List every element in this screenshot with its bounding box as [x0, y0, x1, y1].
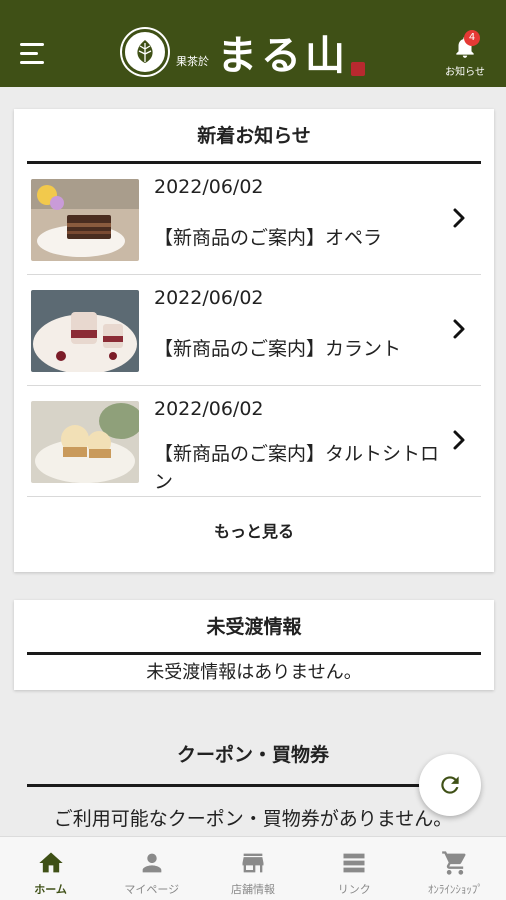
- logo-subtitle: 果茶於: [176, 55, 209, 68]
- tab-label: ｵﾝﾗｲﾝｼｮｯﾌﾟ: [427, 883, 483, 896]
- tab-label: 店舗情報: [231, 883, 275, 896]
- hamburger-menu-icon[interactable]: [20, 43, 46, 65]
- tab-online-shop[interactable]: ｵﾝﾗｲﾝｼｮｯﾌﾟ: [405, 837, 506, 900]
- unreceived-title: 未受渡情報: [206, 616, 302, 638]
- opera-cake-thumbnail: [31, 179, 139, 261]
- logo-title: まる山: [217, 32, 349, 79]
- news-list-item[interactable]: 2022/06/02 【新商品のご案内】オペラ: [27, 164, 481, 275]
- bell-icon: 4: [452, 30, 480, 60]
- news-headline: 【新商品のご案内】カラント: [154, 338, 402, 360]
- home-icon: [38, 852, 63, 873]
- notification-button[interactable]: 4 お知らせ: [438, 30, 492, 78]
- cart-icon: [442, 851, 466, 875]
- news-date: 2022/06/02: [154, 398, 264, 420]
- refresh-button[interactable]: [419, 754, 481, 816]
- unreceived-card: 未受渡情報 未受渡情報はありません。: [14, 600, 494, 690]
- chevron-right-icon: [453, 319, 465, 339]
- tab-links[interactable]: リンク: [304, 837, 405, 900]
- notification-label: お知らせ: [445, 67, 485, 78]
- news-list-item[interactable]: 2022/06/02 【新商品のご案内】カラント: [27, 275, 481, 386]
- news-date: 2022/06/02: [154, 176, 264, 198]
- news-title: 新着お知らせ: [197, 125, 311, 147]
- tab-home[interactable]: ホーム: [0, 837, 101, 900]
- leaf-emblem-icon: [122, 29, 168, 75]
- news-date: 2022/06/02: [154, 287, 264, 309]
- notification-count-badge: 4: [464, 30, 480, 46]
- tab-label: ホーム: [34, 883, 67, 896]
- refresh-icon: [441, 776, 459, 794]
- chevron-right-icon: [453, 430, 465, 450]
- list-icon: [343, 853, 365, 873]
- chevron-right-icon: [453, 208, 465, 228]
- see-more-link[interactable]: もっと見る: [14, 497, 494, 568]
- news-list-item[interactable]: 2022/06/02 【新商品のご案内】タルトシトロン: [27, 386, 481, 497]
- currant-cake-thumbnail: [31, 290, 139, 372]
- tab-label: リンク: [337, 883, 371, 896]
- store-icon: [242, 853, 264, 873]
- tab-mypage[interactable]: マイページ: [101, 837, 202, 900]
- tab-store-info[interactable]: 店舗情報: [202, 837, 303, 900]
- bottom-tab-bar: ホーム マイページ 店舗情報 リンク ｵﾝﾗｲﾝｼｮｯﾌﾟ: [0, 836, 506, 900]
- news-card: 新着お知らせ 2022/06/02 【新商品のご案内】オペラ 2022/06/0…: [14, 109, 494, 572]
- tart-citron-thumbnail: [31, 401, 139, 483]
- person-icon: [142, 853, 162, 873]
- logo-seal-stamp: [351, 62, 365, 76]
- news-headline: 【新商品のご案内】タルトシトロン: [154, 443, 440, 493]
- coupon-title-rule: [27, 784, 480, 787]
- unreceived-empty-message: 未受渡情報はありません。: [146, 662, 362, 683]
- brand-logo: 果茶於 まる山: [122, 26, 365, 79]
- app-header: 果茶於 まる山 4 お知らせ: [0, 0, 506, 87]
- tab-label: マイページ: [124, 883, 180, 896]
- news-headline: 【新商品のご案内】オペラ: [154, 227, 383, 249]
